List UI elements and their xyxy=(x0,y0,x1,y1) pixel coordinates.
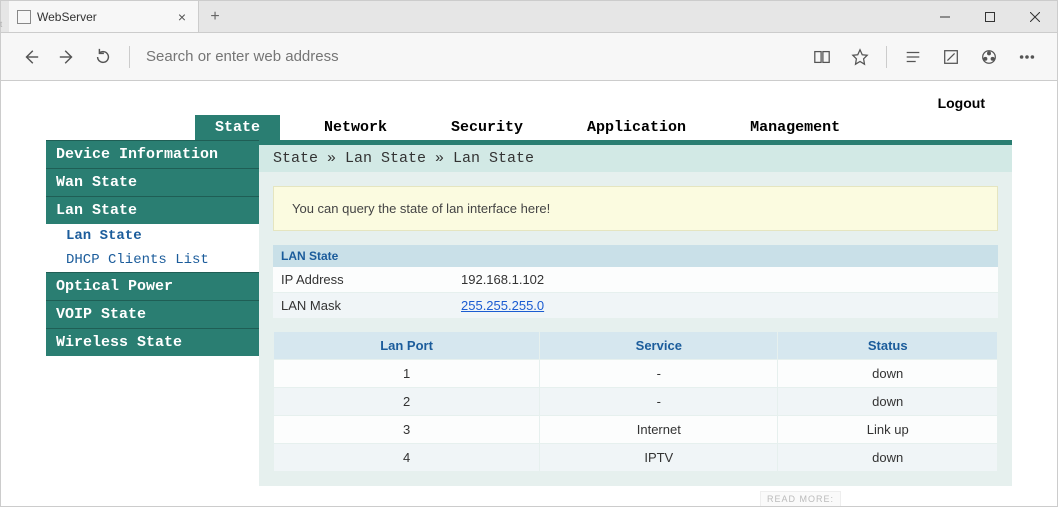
table-cell: IPTV xyxy=(540,444,778,472)
table-cell: 3 xyxy=(274,416,540,444)
main-tab-security[interactable]: Security xyxy=(431,115,543,140)
table-row: 2-down xyxy=(274,388,998,416)
address-bar[interactable] xyxy=(138,48,804,65)
window-minimize-button[interactable] xyxy=(922,1,967,32)
table-header: Service xyxy=(540,332,778,360)
reading-view-icon[interactable] xyxy=(804,39,840,75)
main-tab-management[interactable]: Management xyxy=(730,115,860,140)
table-row: 3InternetLink up xyxy=(274,416,998,444)
kv-row: LAN Mask 255.255.255.0 xyxy=(273,293,998,319)
sidebar-item-lan-state[interactable]: Lan State xyxy=(46,224,259,248)
tab-close-icon[interactable]: × xyxy=(174,9,190,25)
table-cell: - xyxy=(540,388,778,416)
logout-link[interactable]: Logout xyxy=(938,95,985,111)
sidebar-item-device-information[interactable]: Device Information xyxy=(46,140,259,168)
sidebar-item-wireless-state[interactable]: Wireless State xyxy=(46,328,259,356)
nav-forward-button[interactable] xyxy=(49,39,85,75)
page-content: Logout State Network Security Application Ma… xyxy=(1,81,1057,506)
breadcrumb: State » Lan State » Lan State xyxy=(259,145,1012,172)
browser-tab[interactable]: WebServer × xyxy=(9,1,199,32)
lan-mask-link[interactable]: 255.255.255.0 xyxy=(461,298,544,313)
table-cell: down xyxy=(778,388,998,416)
more-icon[interactable] xyxy=(1009,39,1045,75)
sidebar: Device InformationWan StateLan StateLan … xyxy=(46,140,259,486)
bottom-artifact: READ MORE: xyxy=(760,491,841,506)
table-row: 1-down xyxy=(274,360,998,388)
panel-title: LAN State xyxy=(273,245,998,267)
table-cell: 1 xyxy=(274,360,540,388)
table-cell: 2 xyxy=(274,388,540,416)
main-tab-application[interactable]: Application xyxy=(567,115,706,140)
kv-value: 192.168.1.102 xyxy=(453,267,998,292)
nav-back-button[interactable] xyxy=(13,39,49,75)
info-box: You can query the state of lan interface… xyxy=(273,186,998,231)
share-icon[interactable] xyxy=(971,39,1007,75)
hub-icon[interactable] xyxy=(895,39,931,75)
sidebar-item-optical-power[interactable]: Optical Power xyxy=(46,272,259,300)
table-row: 4IPTVdown xyxy=(274,444,998,472)
page-icon xyxy=(17,10,31,24)
table-header: Lan Port xyxy=(274,332,540,360)
sidebar-item-voip-state[interactable]: VOIP State xyxy=(46,300,259,328)
note-icon[interactable] xyxy=(933,39,969,75)
window-titlebar: WebServer × + xyxy=(1,1,1057,33)
kv-row: IP Address192.168.1.102 xyxy=(273,267,998,293)
left-artifact: t xyxy=(0,20,3,30)
sidebar-item-wan-state[interactable]: Wan State xyxy=(46,168,259,196)
table-cell: down xyxy=(778,360,998,388)
kv-key: LAN Mask xyxy=(273,293,453,318)
table-header: Status xyxy=(778,332,998,360)
table-cell: 4 xyxy=(274,444,540,472)
window-close-button[interactable] xyxy=(1012,1,1057,32)
tab-title: WebServer xyxy=(37,10,174,24)
browser-toolbar xyxy=(1,33,1057,81)
kv-key: IP Address xyxy=(273,267,453,292)
window-maximize-button[interactable] xyxy=(967,1,1012,32)
table-cell: Link up xyxy=(778,416,998,444)
sidebar-item-lan-state[interactable]: Lan State xyxy=(46,196,259,224)
content-area: State » Lan State » Lan State You can qu… xyxy=(259,140,1012,486)
main-tab-network[interactable]: Network xyxy=(304,115,407,140)
main-tab-state[interactable]: State xyxy=(195,115,280,140)
lan-port-table: Lan PortServiceStatus 1-down2-down3Inter… xyxy=(273,331,998,472)
favorite-star-icon[interactable] xyxy=(842,39,878,75)
kv-value: 255.255.255.0 xyxy=(453,293,998,318)
table-cell: down xyxy=(778,444,998,472)
lan-state-panel: LAN State IP Address192.168.1.102LAN Mas… xyxy=(273,245,998,319)
table-cell: - xyxy=(540,360,778,388)
sidebar-item-dhcp-clients-list[interactable]: DHCP Clients List xyxy=(46,248,259,272)
table-cell: Internet xyxy=(540,416,778,444)
new-tab-button[interactable]: + xyxy=(199,1,231,32)
nav-refresh-button[interactable] xyxy=(85,39,121,75)
